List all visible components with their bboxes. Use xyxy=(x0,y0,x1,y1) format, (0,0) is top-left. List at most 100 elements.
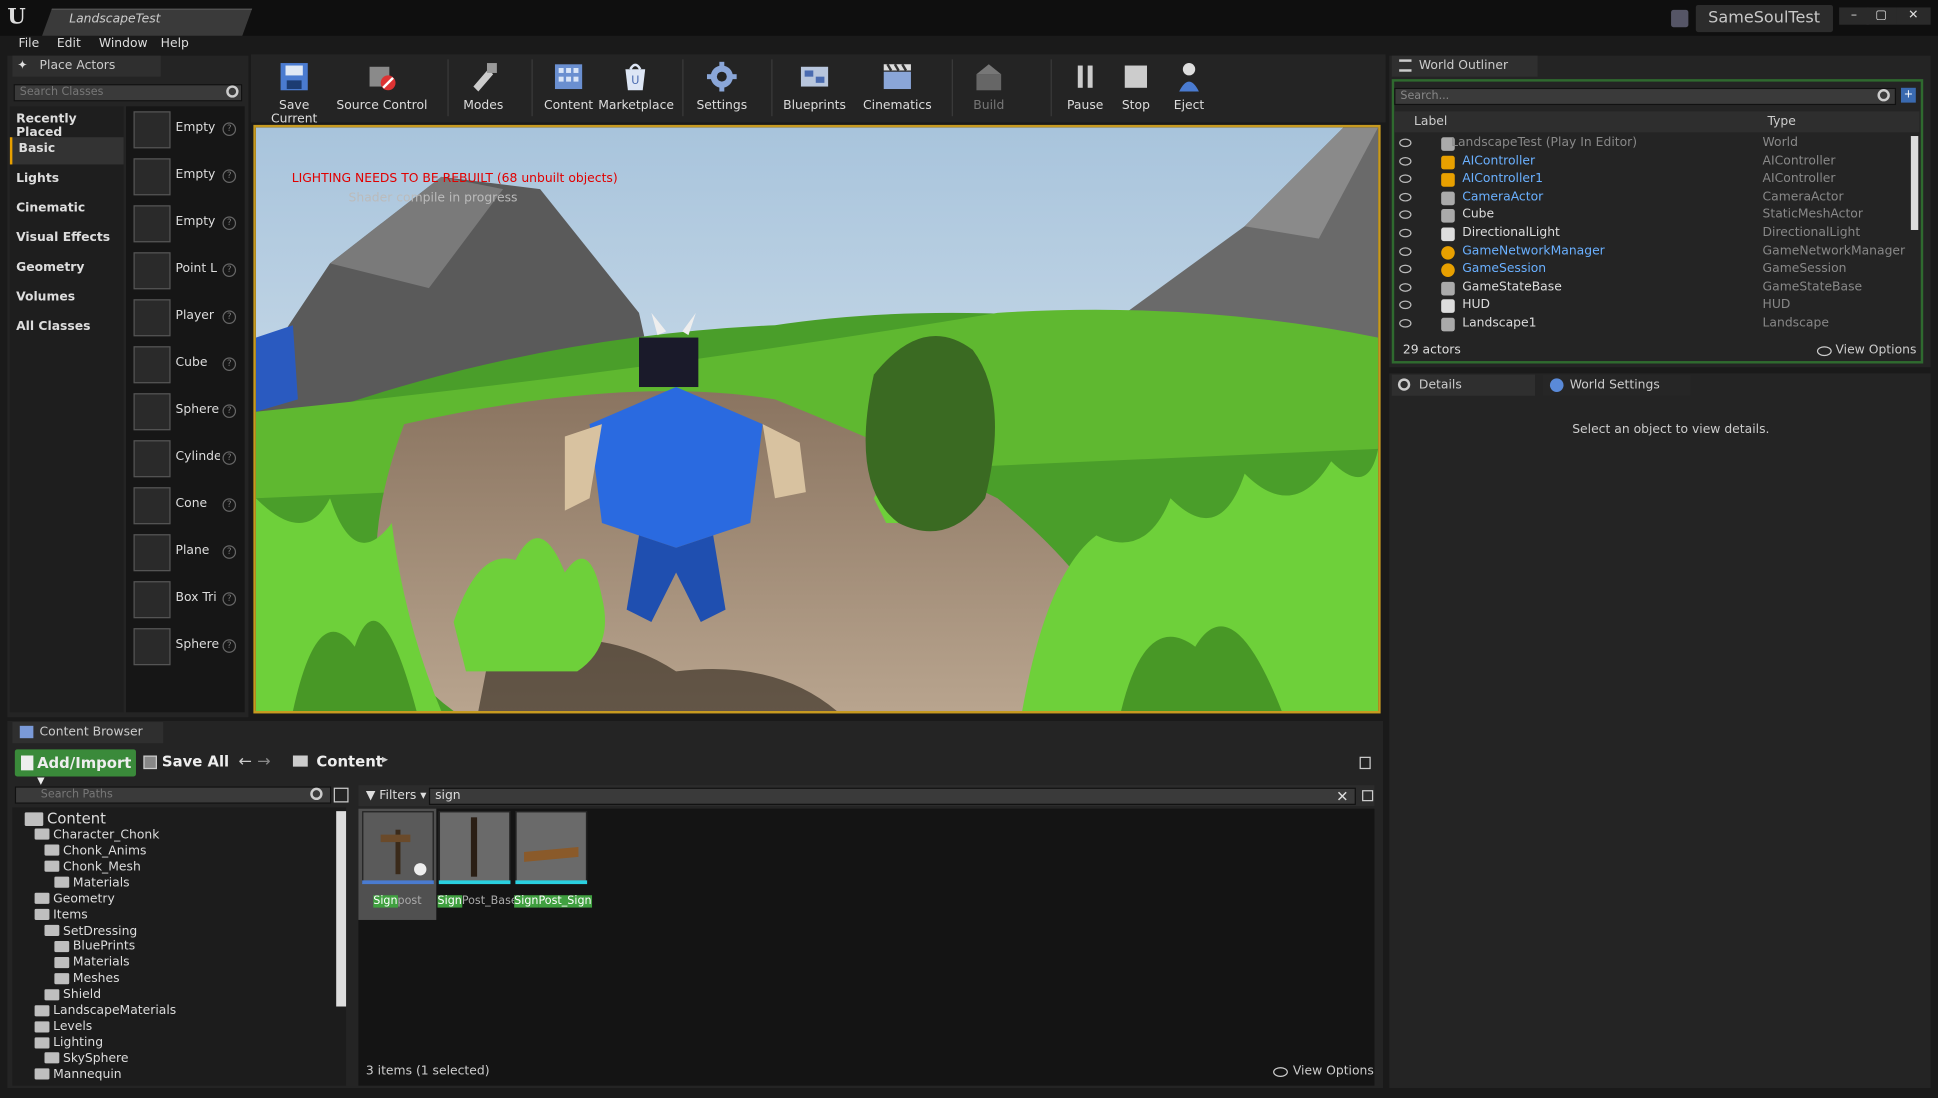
asset-search-input[interactable]: sign xyxy=(428,787,1356,805)
visibility-eye-icon[interactable] xyxy=(1399,156,1412,166)
outliner-row[interactable]: LandscapeTest (Play In Editor) World xyxy=(1394,135,1907,153)
search-paths-input[interactable]: Search Paths xyxy=(14,786,332,804)
folder-tree-item[interactable]: Chonk_Anims xyxy=(44,843,146,859)
menu-window[interactable]: Window xyxy=(99,37,148,51)
folder-tree-item[interactable]: Materials xyxy=(54,955,130,971)
label-column-header[interactable]: Label xyxy=(1414,115,1447,129)
help-icon[interactable]: ? xyxy=(222,404,237,418)
help-icon[interactable]: ? xyxy=(222,498,237,512)
actor-item[interactable]: Cone? xyxy=(129,485,243,530)
outliner-row[interactable]: AIController1 AIController xyxy=(1394,171,1907,189)
category-recently-placed[interactable]: Recently Placed xyxy=(10,108,124,140)
menu-help[interactable]: Help xyxy=(161,37,189,51)
stop-button[interactable]: Stop xyxy=(1112,57,1159,119)
folder-tree-item[interactable]: Meshes xyxy=(54,971,120,987)
category-volumes[interactable]: Volumes xyxy=(10,286,124,313)
pause-button[interactable]: Pause xyxy=(1060,57,1109,119)
outliner-row[interactable]: CameraActor CameraActor xyxy=(1394,189,1907,207)
level-viewport[interactable] xyxy=(253,124,1381,714)
folder-tree-item[interactable]: Levels xyxy=(34,1019,92,1035)
outliner-row[interactable]: Landscape1 Landscape xyxy=(1394,315,1907,333)
content-view-options[interactable]: View Options xyxy=(1293,1065,1374,1079)
visibility-eye-icon[interactable] xyxy=(1399,319,1412,328)
add-folder-icon[interactable]: + xyxy=(1900,87,1916,103)
save-search-icon[interactable] xyxy=(1362,790,1374,802)
outliner-scrollbar[interactable] xyxy=(1910,136,1919,230)
help-icon[interactable]: ? xyxy=(222,357,237,371)
folder-tree-item[interactable]: Content xyxy=(24,811,106,827)
back-arrow-icon[interactable]: ← xyxy=(239,753,252,772)
visibility-eye-icon[interactable] xyxy=(1399,300,1412,310)
actor-item[interactable]: Box Tri? xyxy=(129,579,243,624)
actor-item[interactable]: Sphere? xyxy=(129,391,243,436)
folder-tree-item[interactable]: Shield xyxy=(44,987,101,1003)
details-tab[interactable]: Details xyxy=(1391,374,1536,396)
help-icon[interactable]: ? xyxy=(222,216,237,230)
help-icon[interactable]: ? xyxy=(222,592,237,606)
visibility-eye-icon[interactable] xyxy=(1399,264,1412,274)
actor-item[interactable]: Cylinde? xyxy=(129,438,243,483)
help-icon[interactable]: ? xyxy=(222,310,237,324)
help-icon[interactable]: ? xyxy=(222,263,237,277)
outliner-row[interactable]: Cube StaticMeshActor xyxy=(1394,207,1907,225)
clear-search-icon[interactable]: ✕ xyxy=(1336,788,1348,805)
filters-button[interactable]: ▼ Filters ▾ xyxy=(366,789,427,803)
content-button[interactable]: Content xyxy=(541,57,595,119)
marketplace-button[interactable]: U Marketplace xyxy=(598,57,674,119)
visibility-eye-icon[interactable] xyxy=(1399,228,1412,238)
visibility-eye-icon[interactable] xyxy=(1399,282,1412,292)
category-geometry[interactable]: Geometry xyxy=(10,256,124,283)
actor-item[interactable]: Cube? xyxy=(129,344,243,389)
category-visual-effects[interactable]: Visual Effects xyxy=(10,226,124,253)
maximize-button[interactable]: ▢ xyxy=(1866,7,1897,25)
help-icon[interactable]: ? xyxy=(222,122,237,137)
folder-tree-item[interactable]: Materials xyxy=(54,875,130,891)
menu-edit[interactable]: Edit xyxy=(57,37,81,51)
outliner-row[interactable]: HUD HUD xyxy=(1394,297,1907,315)
actor-item[interactable]: Point L? xyxy=(129,250,243,295)
blueprints-button[interactable]: Blueprints xyxy=(781,57,848,119)
world-settings-tab[interactable]: World Settings xyxy=(1542,374,1691,396)
source-control-status-icon[interactable] xyxy=(1671,9,1689,28)
visibility-eye-icon[interactable] xyxy=(1399,246,1412,256)
folder-tree-item[interactable]: BluePrints xyxy=(54,939,135,955)
folder-tree-item[interactable]: Geometry xyxy=(34,891,115,907)
modes-button[interactable]: Modes xyxy=(455,57,512,119)
outliner-view-options[interactable]: View Options xyxy=(1835,344,1916,358)
visibility-eye-icon[interactable] xyxy=(1399,192,1412,202)
folder-tree-item[interactable]: Character_Chonk xyxy=(34,827,159,843)
folder-tree-item[interactable]: Lighting xyxy=(34,1035,103,1051)
actor-item[interactable]: Sphere? xyxy=(129,626,243,671)
outliner-row[interactable]: GameStateBase GameStateBase xyxy=(1394,279,1907,297)
type-column-header[interactable]: Type xyxy=(1767,115,1795,129)
actor-item[interactable]: Player? xyxy=(129,297,243,342)
help-icon[interactable]: ? xyxy=(222,451,237,465)
asset-thumbnail-signpost-base[interactable] xyxy=(438,811,511,883)
menu-file[interactable]: File xyxy=(19,37,40,51)
content-browser-tab[interactable]: Content Browser xyxy=(12,722,164,744)
save-current-button[interactable]: Save Current xyxy=(257,57,331,126)
visibility-eye-icon[interactable] xyxy=(1399,138,1412,148)
category-all-classes[interactable]: All Classes xyxy=(10,315,124,342)
settings-button[interactable]: Settings xyxy=(692,57,751,119)
source-control-button[interactable]: Source Control xyxy=(336,57,427,119)
minimize-button[interactable]: – xyxy=(1839,7,1869,25)
outliner-row[interactable]: DirectionalLight DirectionalLight xyxy=(1394,225,1907,243)
category-cinematic[interactable]: Cinematic xyxy=(10,197,124,224)
outliner-row[interactable]: GameSession GameSession xyxy=(1394,261,1907,279)
search-classes-input[interactable]: Search Classes xyxy=(13,84,243,102)
eject-button[interactable]: Eject xyxy=(1164,57,1213,119)
path-view-options-icon[interactable] xyxy=(333,787,349,803)
folder-tree-scrollbar[interactable] xyxy=(336,811,347,1007)
actor-item[interactable]: Plane? xyxy=(129,532,243,577)
help-icon[interactable]: ? xyxy=(222,639,237,653)
outliner-row[interactable]: GameNetworkManager GameNetworkManager xyxy=(1394,243,1907,261)
asset-thumbnail-signpost-sign[interactable] xyxy=(515,811,588,883)
close-button[interactable]: ✕ xyxy=(1896,7,1931,25)
category-basic[interactable]: Basic xyxy=(9,137,124,165)
folder-tree-item[interactable]: SetDressing xyxy=(44,923,137,939)
folder-tree-item[interactable]: Chonk_Mesh xyxy=(44,859,141,875)
asset-thumbnail-signpost[interactable] xyxy=(362,811,434,883)
outliner-search-input[interactable]: Search... xyxy=(1394,87,1897,106)
breadcrumb-arrow-icon[interactable]: ▸ xyxy=(382,753,388,767)
